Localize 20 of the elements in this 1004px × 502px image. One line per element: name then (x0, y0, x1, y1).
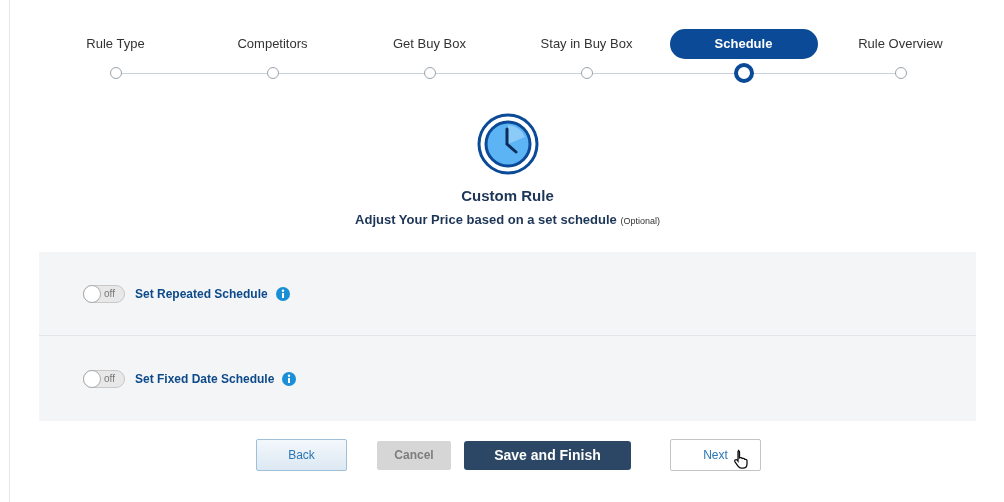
step-tab[interactable]: Stay in Buy Box (540, 29, 633, 59)
back-button[interactable]: Back (256, 439, 347, 471)
toggle-switch[interactable]: off (83, 369, 125, 388)
save-and-finish-button[interactable]: Save and Finish (464, 440, 631, 470)
info-icon[interactable] (275, 286, 290, 301)
step-tab[interactable]: Schedule (669, 29, 818, 59)
clock-icon (476, 113, 539, 175)
next-button[interactable]: Next (670, 439, 761, 471)
schedule-label: Set Fixed Date Schedule (135, 371, 275, 386)
info-icon[interactable] (282, 371, 297, 386)
pointer-cursor-icon (733, 449, 749, 469)
step-tab[interactable]: Rule Overview (858, 29, 943, 59)
step-tab[interactable]: Competitors (237, 29, 308, 59)
optional-note: (Optional) (620, 216, 660, 226)
schedule-label: Set Repeated Schedule (135, 286, 268, 301)
toggle-switch[interactable]: off (83, 284, 125, 303)
rule-subtitle: Adjust Your Price based on a set schedule (355, 212, 617, 227)
rule-title: Custom Rule (461, 187, 554, 204)
step-tab[interactable]: Rule Type (86, 29, 145, 59)
step-tab[interactable]: Get Buy Box (393, 29, 466, 59)
